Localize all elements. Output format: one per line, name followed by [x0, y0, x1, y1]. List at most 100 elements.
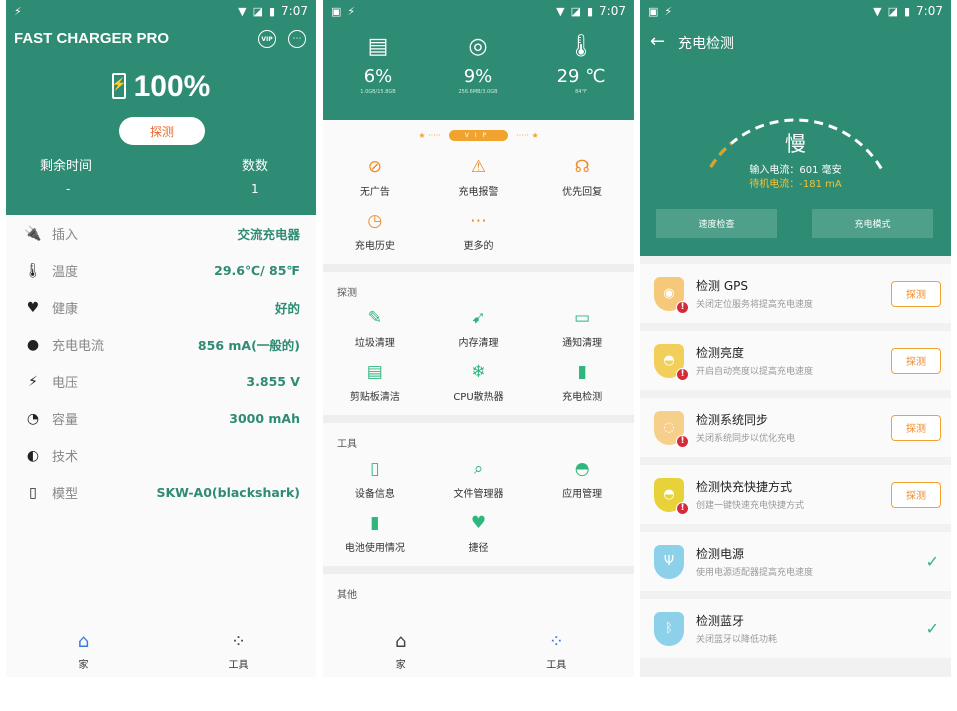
section-title: 其他 — [337, 590, 357, 601]
storage-detail: 1.0GB/15.8GB — [360, 89, 396, 95]
charging-icon: ⚡ — [347, 4, 356, 18]
shield-icon: ◓! — [654, 477, 689, 515]
tool-memory-clean[interactable]: ➹ 内存清理 — [427, 301, 531, 355]
tool-label: CPU散热器 — [453, 391, 504, 403]
warning-icon: ! — [676, 434, 689, 448]
bolt-icon: ⚡ — [28, 373, 38, 390]
tool-priority-reply[interactable]: ☊ 优先回复 — [530, 150, 634, 204]
speed-check-button[interactable]: 速度检查 — [656, 209, 777, 238]
card-title: 检测蓝牙 — [696, 614, 745, 628]
card-title: 检测系统同步 — [696, 413, 769, 427]
clock-icon: ◷ — [367, 210, 383, 231]
nav-home[interactable]: ⌂ 家 — [323, 625, 479, 677]
phone-icon: ▯ — [370, 458, 380, 479]
tool-notification-clean[interactable]: ▭ 通知清理 — [530, 301, 634, 355]
nav-home[interactable]: ⌂ 家 — [6, 625, 161, 677]
more-icon: ⋯ — [469, 210, 487, 231]
back-arrow-icon[interactable]: ← — [650, 31, 665, 52]
tool-file-manager[interactable]: ⌕ 文件管理器 — [427, 452, 531, 506]
tool-label: 捷径 — [468, 542, 489, 554]
speed-label: 慢 — [785, 132, 806, 156]
wifi-icon: ▼ — [873, 4, 882, 18]
detect-list: ◉! 检测 GPS 关闭定位服务将提高充电速度 探测 ◓! 检测亮度 开启自动亮度以… — [640, 256, 951, 677]
memory-detail: 256.6MB/3.0GB — [458, 89, 498, 95]
detect-card-bluetooth: ᛒ 检测蓝牙 关闭蓝牙以降低功耗 ✓ — [640, 599, 951, 658]
detect-button[interactable]: 探测 — [891, 347, 941, 374]
charge-mode-button[interactable]: 充电模式 — [812, 209, 933, 238]
tool-label: 设备信息 — [354, 488, 395, 500]
standby-current: 待机电流：-181 mA — [749, 179, 842, 190]
headset-icon: ☊ — [574, 156, 590, 177]
detect-button[interactable]: 探测 — [119, 117, 205, 145]
info-row-capacity: ◔ 容量 3000 mAh — [6, 400, 316, 437]
vip-icon[interactable]: VIP — [258, 30, 276, 48]
battery-header: ⚡ ▼ ◪ ▮ 7:07 FAST CHARGER PRO VIP ⋯ 100%… — [6, 0, 316, 215]
nav-tools[interactable]: ⁘ 工具 — [161, 625, 316, 677]
card-subtitle: 开启自动亮度以提高充电速度 — [696, 367, 814, 377]
info-label: 技术 — [52, 450, 79, 465]
input-current: 输入电流：601 毫安 — [749, 165, 842, 176]
charge-detect-screen: ▣ ⚡ ▼ ◪ ▮ 7:07 ← 充电检测 慢 输入电流：601 毫安 待机电流… — [640, 0, 951, 677]
usb-icon: Ψ — [654, 544, 684, 579]
tech-icon: ◐ — [26, 447, 40, 464]
tools-body: ★ ····· VIP ····· ★ ⊘ 无广告 ⚠ 充电报警 ☊ 优先回复 ◷ 充电… — [323, 120, 634, 625]
plug-icon: 🔌 — [24, 225, 42, 242]
info-value: 29.6℃/ 85℉ — [214, 263, 300, 278]
snowflake-icon: ❄ — [471, 361, 486, 382]
tool-junk-clean[interactable]: ✎ 垃圾清理 — [323, 301, 427, 355]
grid-icon: ⁘ — [230, 631, 247, 652]
app-title: FAST CHARGER PRO — [14, 30, 170, 47]
detect-button[interactable]: 探测 — [891, 414, 941, 441]
alarm-icon: ⚠ — [470, 156, 487, 177]
tool-label: 无广告 — [359, 186, 390, 198]
tool-label: 通知清理 — [562, 337, 603, 349]
tool-cpu-cooler[interactable]: ❄ CPU散热器 — [427, 355, 531, 409]
file-search-icon: ⌕ — [473, 458, 484, 479]
nav-tools[interactable]: ⁘ 工具 — [479, 625, 635, 677]
tool-battery-usage[interactable]: ▮ 电池使用情况 — [323, 506, 427, 560]
warning-icon: ! — [676, 501, 689, 515]
detect-button[interactable]: 探测 — [891, 280, 941, 307]
nav-tools-label: 工具 — [228, 660, 249, 671]
info-label: 健康 — [52, 302, 79, 317]
tool-label: 电池使用情况 — [344, 542, 405, 554]
charging-icon: ⚡ — [14, 4, 22, 18]
card-title: 检测 GPS — [696, 279, 748, 293]
info-label: 充电电流 — [52, 339, 105, 354]
tool-label: 剪贴板清洁 — [349, 391, 400, 403]
info-row-plugged: 🔌 插入 交流充电器 — [6, 215, 316, 252]
phone-icon: ▯ — [29, 484, 37, 501]
broom-icon: ✎ — [367, 307, 382, 328]
tool-app-manager[interactable]: ◓ 应用管理 — [530, 452, 634, 506]
memory-percent: 9% — [463, 66, 493, 87]
wifi-icon: ▼ — [238, 4, 247, 18]
info-label: 电压 — [52, 376, 79, 391]
wifi-icon: ▼ — [556, 4, 565, 18]
home-icon: ⌂ — [395, 631, 407, 652]
more-icon[interactable]: ⋯ — [288, 30, 306, 48]
gauge-icon: ◔ — [26, 410, 40, 427]
section-title: 探测 — [337, 288, 357, 299]
tool-label: 垃圾清理 — [354, 337, 395, 349]
card-subtitle: 关闭蓝牙以降低功耗 — [696, 635, 778, 645]
detect-button[interactable]: 探测 — [891, 481, 941, 508]
rocket-icon: ➹ — [471, 307, 486, 328]
tools-screen: ▣ ⚡ ▼ ◪ ▮ 7:07 ▤ 6% 1.0GB/15.8GB ◎ 9% 25… — [323, 0, 634, 677]
status-bar: ▣ ⚡ ▼ ◪ ▮ 7:07 — [323, 0, 634, 22]
tool-no-ads[interactable]: ⊘ 无广告 — [323, 150, 427, 204]
count-value: 1 — [251, 182, 259, 196]
tools-section: 工具 ▯ 设备信息 ⌕ 文件管理器 ◓ 应用管理 ▮ 电池使用情况 ♥ 捷径 — [323, 415, 634, 566]
tool-shortcut[interactable]: ♥ 捷径 — [427, 506, 531, 560]
tool-charge-detect[interactable]: ▮ 充电检测 — [530, 355, 634, 409]
card-title: 检测电源 — [696, 547, 745, 561]
sdcard-icon: ▤ — [367, 34, 389, 59]
shield-icon: Ψ — [654, 544, 684, 579]
tool-more[interactable]: ⋯ 更多的 — [427, 204, 531, 258]
tool-charge-alarm[interactable]: ⚠ 充电报警 — [427, 150, 531, 204]
tool-device-info[interactable]: ▯ 设备信息 — [323, 452, 427, 506]
star-icon: ★ ····· — [418, 130, 441, 140]
tool-clipboard-clean[interactable]: ▤ 剪贴板清洁 — [323, 355, 427, 409]
tool-charge-history[interactable]: ◷ 充电历史 — [323, 204, 427, 258]
section-title: 工具 — [337, 439, 357, 450]
heart-icon: ♥ — [470, 512, 487, 533]
